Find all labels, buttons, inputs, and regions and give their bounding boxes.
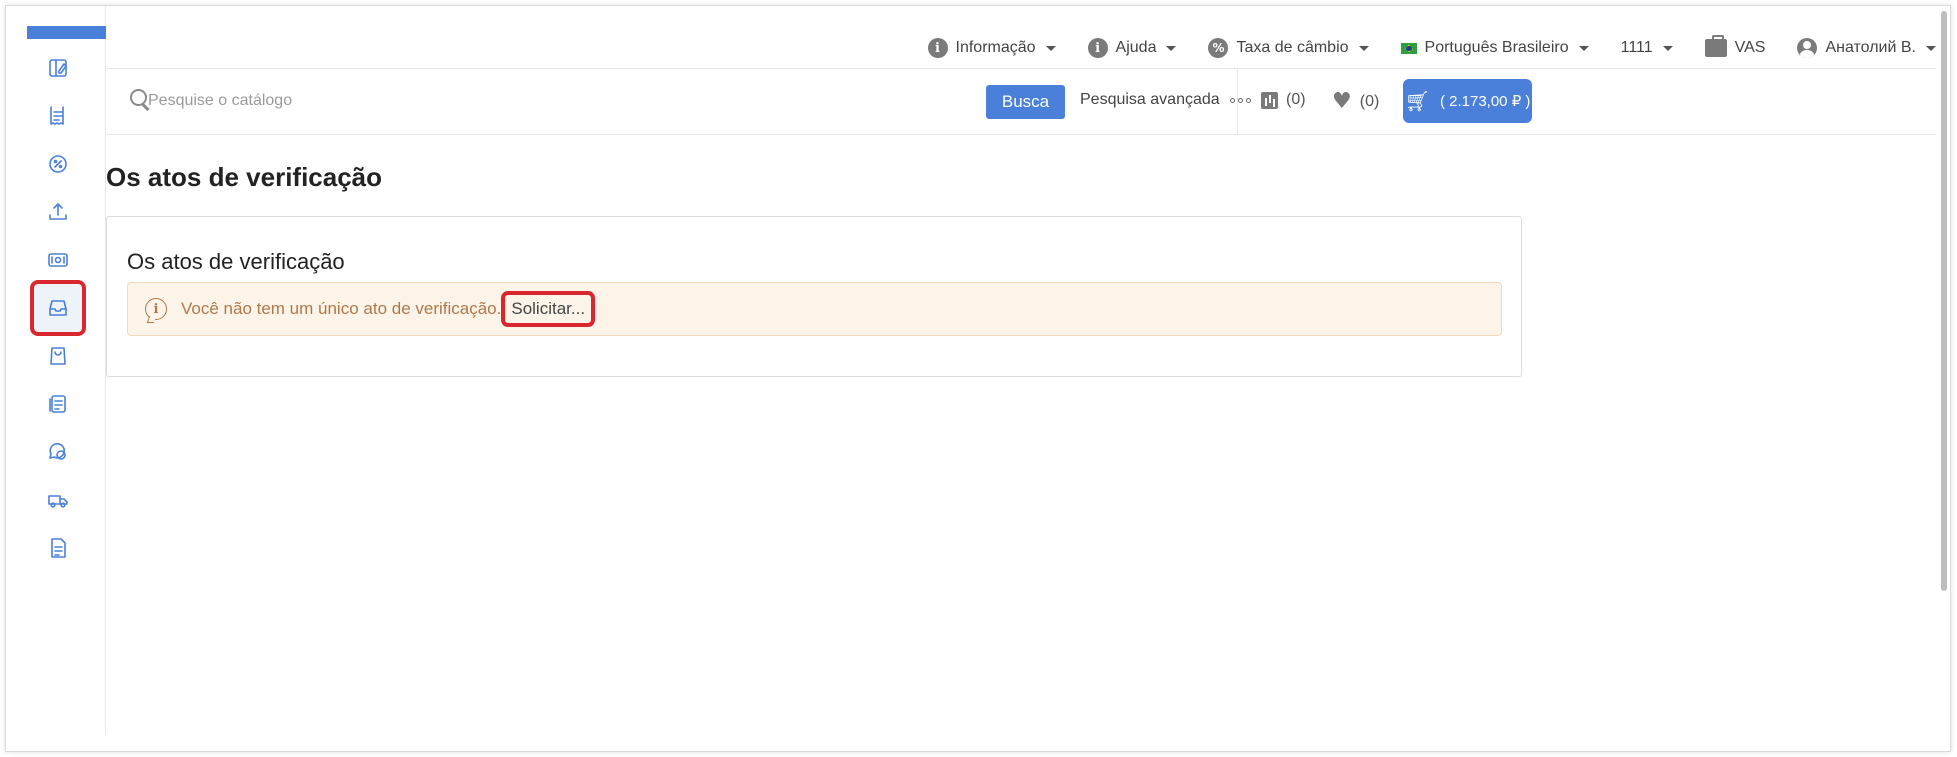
sidebar [6, 6, 106, 734]
sidebar-item-catalog[interactable] [34, 44, 82, 92]
user-menu[interactable]: Анатолий В. [1797, 38, 1936, 58]
chevron-down-icon [1926, 45, 1936, 51]
briefcase-icon [1704, 35, 1727, 57]
sidebar-item-orders[interactable] [34, 92, 82, 140]
sidebar-item-chat[interactable] [34, 428, 82, 476]
heart-icon: ♥ [1332, 89, 1352, 114]
logo-bar [27, 26, 106, 39]
help-menu[interactable]: i Ajuda [1087, 38, 1177, 58]
chevron-down-icon [1358, 45, 1369, 51]
empty-state-alert: i Você não tem um único ato de verificaç… [127, 282, 1502, 336]
vas-label: VAS [1734, 39, 1766, 56]
search-icon [130, 89, 150, 109]
verification-panel: Os atos de verificação i Você não tem um… [106, 216, 1522, 377]
chevron-down-icon [1045, 45, 1056, 51]
truck-icon [48, 495, 68, 508]
brazil-flag-icon [1400, 42, 1417, 54]
percent-icon: % [1208, 38, 1229, 58]
divider [1237, 69, 1238, 134]
cart-icon: 🛒︎ [1404, 89, 1430, 113]
favorites-link[interactable]: ♥ (0) [1332, 91, 1379, 113]
discount-icon [49, 155, 67, 173]
vas-link[interactable]: VAS [1704, 35, 1766, 57]
advanced-search-label: Pesquisa avançada [1080, 91, 1220, 108]
info-menu-label: Informação [955, 39, 1036, 56]
alert-message: Você não tem um único ato de verificação… [181, 299, 502, 318]
search-input[interactable] [148, 89, 748, 113]
request-link[interactable]: Solicitar... [501, 291, 596, 327]
account-code: 1111 [1620, 39, 1653, 56]
help-menu-label: Ajuda [1115, 39, 1157, 56]
cart-total: ( 2.173,00 ₽ ) [1439, 93, 1531, 110]
language-menu[interactable]: Português Brasileiro [1400, 39, 1589, 57]
info-icon: i [927, 38, 948, 58]
vertical-scrollbar[interactable] [1941, 11, 1947, 591]
help-icon: i [1087, 38, 1108, 58]
chevron-down-icon [1578, 45, 1589, 51]
more-dots-icon [1229, 97, 1251, 103]
user-name: Анатолий В. [1825, 39, 1916, 56]
app-window: i Informação i Ajuda % Taxa de câmbio Po… [5, 5, 1951, 752]
cart-button[interactable]: 🛒︎ ( 2.173,00 ₽ ) [1403, 79, 1532, 123]
exchange-rate-label: Taxa de câmbio [1236, 39, 1349, 56]
sidebar-item-upload[interactable] [34, 188, 82, 236]
divider [106, 134, 1936, 135]
sidebar-item-delivery[interactable] [34, 476, 82, 524]
sidebar-item-discounts[interactable] [34, 140, 82, 188]
search-bar: Busca Pesquisa avançada (0) ♥ (0) 🛒︎ ( 2… [106, 69, 1936, 134]
compare-link[interactable]: (0) [1261, 91, 1306, 109]
compare-count: (0) [1286, 91, 1306, 108]
favorites-count: (0) [1359, 93, 1380, 110]
page-title: Os atos de verificação [106, 162, 383, 192]
panel-title: Os atos de verificação [127, 249, 345, 274]
upload-icon [49, 203, 67, 220]
compare-chart-icon [1261, 91, 1278, 109]
language-label: Português Brasileiro [1424, 39, 1569, 56]
sidebar-item-verification[interactable] [30, 280, 86, 336]
chevron-down-icon [1662, 45, 1673, 51]
top-navigation: i Informação i Ajuda % Taxa de câmbio Po… [106, 30, 1936, 66]
file-icon [51, 538, 66, 558]
bag-icon [50, 347, 66, 365]
sidebar-item-files[interactable] [34, 524, 82, 572]
orders-icon [50, 106, 64, 125]
info-bubble-icon: i [145, 298, 167, 320]
catalog-icon [49, 59, 67, 77]
info-menu[interactable]: i Informação [927, 38, 1056, 58]
advanced-search-link[interactable]: Pesquisa avançada [1080, 91, 1251, 109]
account-menu[interactable]: 1111 [1621, 39, 1673, 57]
user-icon [1797, 38, 1818, 58]
sidebar-item-purchases[interactable] [34, 332, 82, 380]
chevron-down-icon [1166, 45, 1177, 51]
sidebar-item-documents[interactable] [34, 380, 82, 428]
money-icon [48, 253, 68, 267]
documents-icon [49, 395, 66, 413]
search-button[interactable]: Busca [986, 85, 1065, 119]
sidebar-item-finance[interactable] [34, 236, 82, 284]
chat-icon [49, 443, 66, 460]
inbox-icon [49, 300, 67, 316]
exchange-rate-menu[interactable]: % Taxa de câmbio [1208, 38, 1369, 58]
